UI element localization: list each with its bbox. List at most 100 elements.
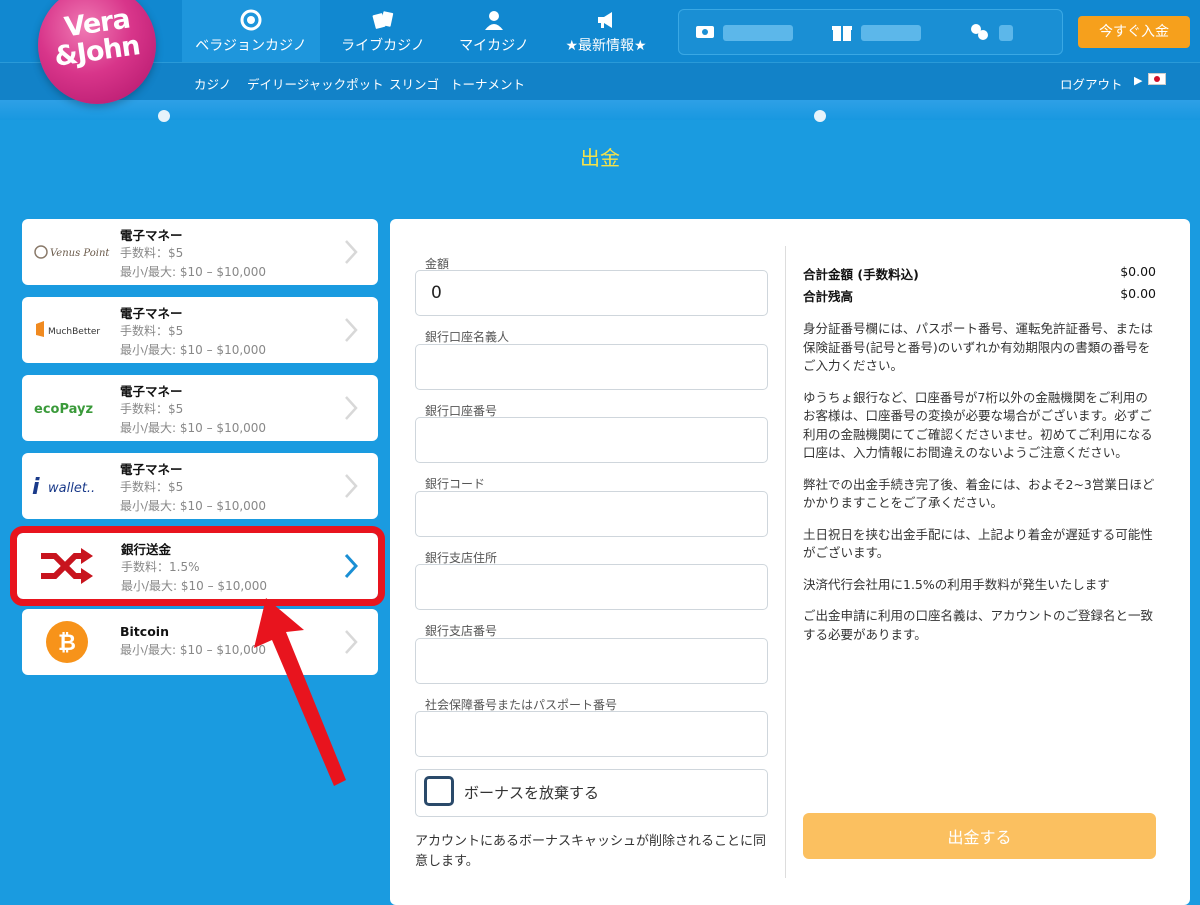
- chevron-right-icon: [344, 553, 358, 579]
- method-name: 電子マネー: [120, 384, 183, 399]
- account-holder-label: 銀行口座名義人: [425, 330, 510, 344]
- method-name: Bitcoin: [120, 624, 169, 639]
- bank-code-label: 銀行コード: [425, 477, 486, 491]
- muchbetter-logo-text: MuchBetter: [48, 327, 100, 337]
- coins-icon: [971, 24, 988, 40]
- ecopayz-logo-text: ecoPayz: [34, 402, 93, 417]
- method-fee: 手数料：$5: [120, 324, 184, 338]
- amount-input[interactable]: [415, 270, 768, 316]
- bonus-agreement-text: アカウントにあるボーナスキャッシュが削除されることに同意します。: [415, 834, 767, 869]
- ecopayz-logo: ecoPayz: [32, 393, 122, 423]
- tab-news[interactable]: ★最新情報★: [550, 0, 662, 62]
- method-limit: 最小/最大: $10 – $10,000: [121, 579, 268, 593]
- panel-divider: [785, 246, 786, 878]
- sublink-slingo[interactable]: スリンゴ: [389, 74, 439, 93]
- withdraw-notes: 身分証番号欄には、パスポート番号、運転免許証番号、または保険証番号(記号と番号)…: [803, 320, 1158, 657]
- forfeit-bonus-label: ボーナスを放棄する: [464, 784, 600, 802]
- points-hidden: [999, 25, 1013, 41]
- method-name: 銀行送金: [121, 542, 172, 557]
- method-limit: 最小/最大: $10 – $10,000: [120, 421, 267, 435]
- tab-live-casino[interactable]: ライブカジノ: [330, 0, 436, 62]
- total-balance-label: 合計残高: [803, 289, 854, 304]
- bonus-hidden: [861, 25, 921, 41]
- decor-dot: [814, 110, 826, 122]
- svg-text:₿: ₿: [58, 631, 76, 656]
- tab-label: ★最新情報★: [565, 38, 647, 54]
- method-fee: 手数料：$5: [120, 246, 184, 260]
- svg-text:i: i: [32, 475, 40, 500]
- note-paragraph: ゆうちょ銀行など、口座番号が7桁以外の金融機関をご利用のお客様は、口座番号の変換…: [803, 389, 1153, 461]
- page-title: 出金: [580, 146, 620, 170]
- sublink-tournament[interactable]: トーナメント: [450, 74, 525, 93]
- decor-dot: [158, 110, 170, 122]
- method-venus-point[interactable]: Venus Point 電子マネー 手数料：$5 最小/最大: $10 – $1…: [22, 219, 378, 285]
- withdraw-button[interactable]: 出金する: [803, 813, 1156, 859]
- cash-icon: [696, 26, 714, 38]
- method-limit: 最小/最大: $10 – $10,000: [120, 343, 267, 357]
- total-balance-value: $0.00: [1120, 286, 1156, 301]
- shuffle-icon: [41, 548, 93, 584]
- venus-point-logo-text: Venus Point: [50, 248, 110, 259]
- hero-band: [0, 100, 1200, 122]
- balance-hidden: [723, 25, 793, 41]
- tab-label: ライブカジノ: [341, 38, 425, 54]
- method-limit: 最小/最大: $10 – $10,000: [120, 643, 267, 657]
- deposit-now-button[interactable]: 今すぐ入金: [1078, 16, 1190, 48]
- cards-icon: [372, 11, 394, 29]
- chevron-right-icon: [345, 240, 358, 264]
- branch-number-label: 銀行支店番号: [425, 624, 498, 638]
- sub-nav: [0, 62, 1200, 100]
- account-summary[interactable]: [678, 9, 1063, 55]
- method-fee: 手数料：$5: [120, 480, 184, 494]
- venus-point-logo: Venus Point: [32, 237, 122, 267]
- method-ecopayz[interactable]: ecoPayz 電子マネー 手数料：$5 最小/最大: $10 – $10,00…: [22, 375, 378, 441]
- method-fee: 手数料：$5: [120, 402, 184, 416]
- total-amount-label: 合計金額 (手数料込): [803, 267, 919, 282]
- chevron-right-icon: [345, 318, 358, 342]
- method-name: 電子マネー: [120, 306, 183, 321]
- annotation-arrow: [254, 598, 346, 786]
- sublink-jackpot[interactable]: デイリージャックポット: [247, 74, 384, 93]
- method-iwallet[interactable]: i wallet.. 電子マネー 手数料：$5 最小/最大: $10 – $10…: [22, 453, 378, 519]
- tab-label: マイカジノ: [459, 38, 529, 54]
- gift-icon: [832, 26, 852, 41]
- chevron-right-icon: [345, 396, 358, 420]
- branch-address-input[interactable]: [415, 564, 768, 610]
- bank-code-input[interactable]: [415, 491, 768, 537]
- chip-icon: [240, 9, 262, 31]
- sublink-casino[interactable]: カジノ: [194, 74, 231, 93]
- note-paragraph: 土日祝日を挟む出金手配には、上記より着金が遅延する可能性がございます。: [803, 526, 1153, 561]
- id-number-input[interactable]: [415, 711, 768, 757]
- iwallet-logo-text: wallet..: [48, 481, 95, 496]
- account-number-input[interactable]: [415, 417, 768, 463]
- method-name: 電子マネー: [120, 462, 183, 477]
- bitcoin-icon: ₿: [46, 621, 88, 663]
- chevron-right-icon: [345, 474, 358, 498]
- note-paragraph: 決済代行会社用に1.5%の利用手数料が発生いたします: [803, 576, 1110, 592]
- note-paragraph: 身分証番号欄には、パスポート番号、運転免許証番号、または保険証番号(記号と番号)…: [803, 321, 1154, 373]
- forfeit-bonus-checkbox[interactable]: [424, 776, 454, 806]
- tab-my-casino[interactable]: マイカジノ: [446, 0, 542, 62]
- muchbetter-logo: MuchBetter: [32, 315, 122, 345]
- japan-flag-icon[interactable]: [1148, 73, 1166, 85]
- logout-link[interactable]: ログアウト: [1060, 74, 1123, 93]
- method-muchbetter[interactable]: MuchBetter 電子マネー 手数料：$5 最小/最大: $10 – $10…: [22, 297, 378, 363]
- method-limit: 最小/最大: $10 – $10,000: [120, 499, 267, 513]
- language-arrow[interactable]: ▶: [1134, 74, 1142, 87]
- method-fee: 手数料：1.5%: [121, 560, 200, 574]
- user-icon: [485, 11, 503, 30]
- tab-label: ベラジョンカジノ: [195, 38, 307, 54]
- total-amount-row: 合計金額 (手数料込) $0.00: [803, 264, 1156, 283]
- megaphone-icon: [598, 12, 612, 28]
- iwallet-logo: i wallet..: [32, 471, 122, 501]
- note-paragraph: 弊社での出金手続き完了後、着金には、およそ2~3営業日ほどかかりますことをご了承…: [803, 476, 1155, 511]
- method-limit: 最小/最大: $10 – $10,000: [120, 265, 267, 279]
- total-balance-row: 合計残高 $0.00: [803, 286, 1156, 305]
- branch-number-input[interactable]: [415, 638, 768, 684]
- note-paragraph: ご出金申請に利用の口座名義は、アカウントのご登録名と一致する必要があります。: [803, 608, 1154, 642]
- tab-verajohn-casino[interactable]: ベラジョンカジノ: [182, 0, 320, 62]
- total-amount-value: $0.00: [1120, 264, 1156, 279]
- method-bank-transfer[interactable]: 銀行送金 手数料：1.5% 最小/最大: $10 – $10,000: [10, 526, 385, 606]
- account-holder-input[interactable]: [415, 344, 768, 390]
- method-name: 電子マネー: [120, 228, 183, 243]
